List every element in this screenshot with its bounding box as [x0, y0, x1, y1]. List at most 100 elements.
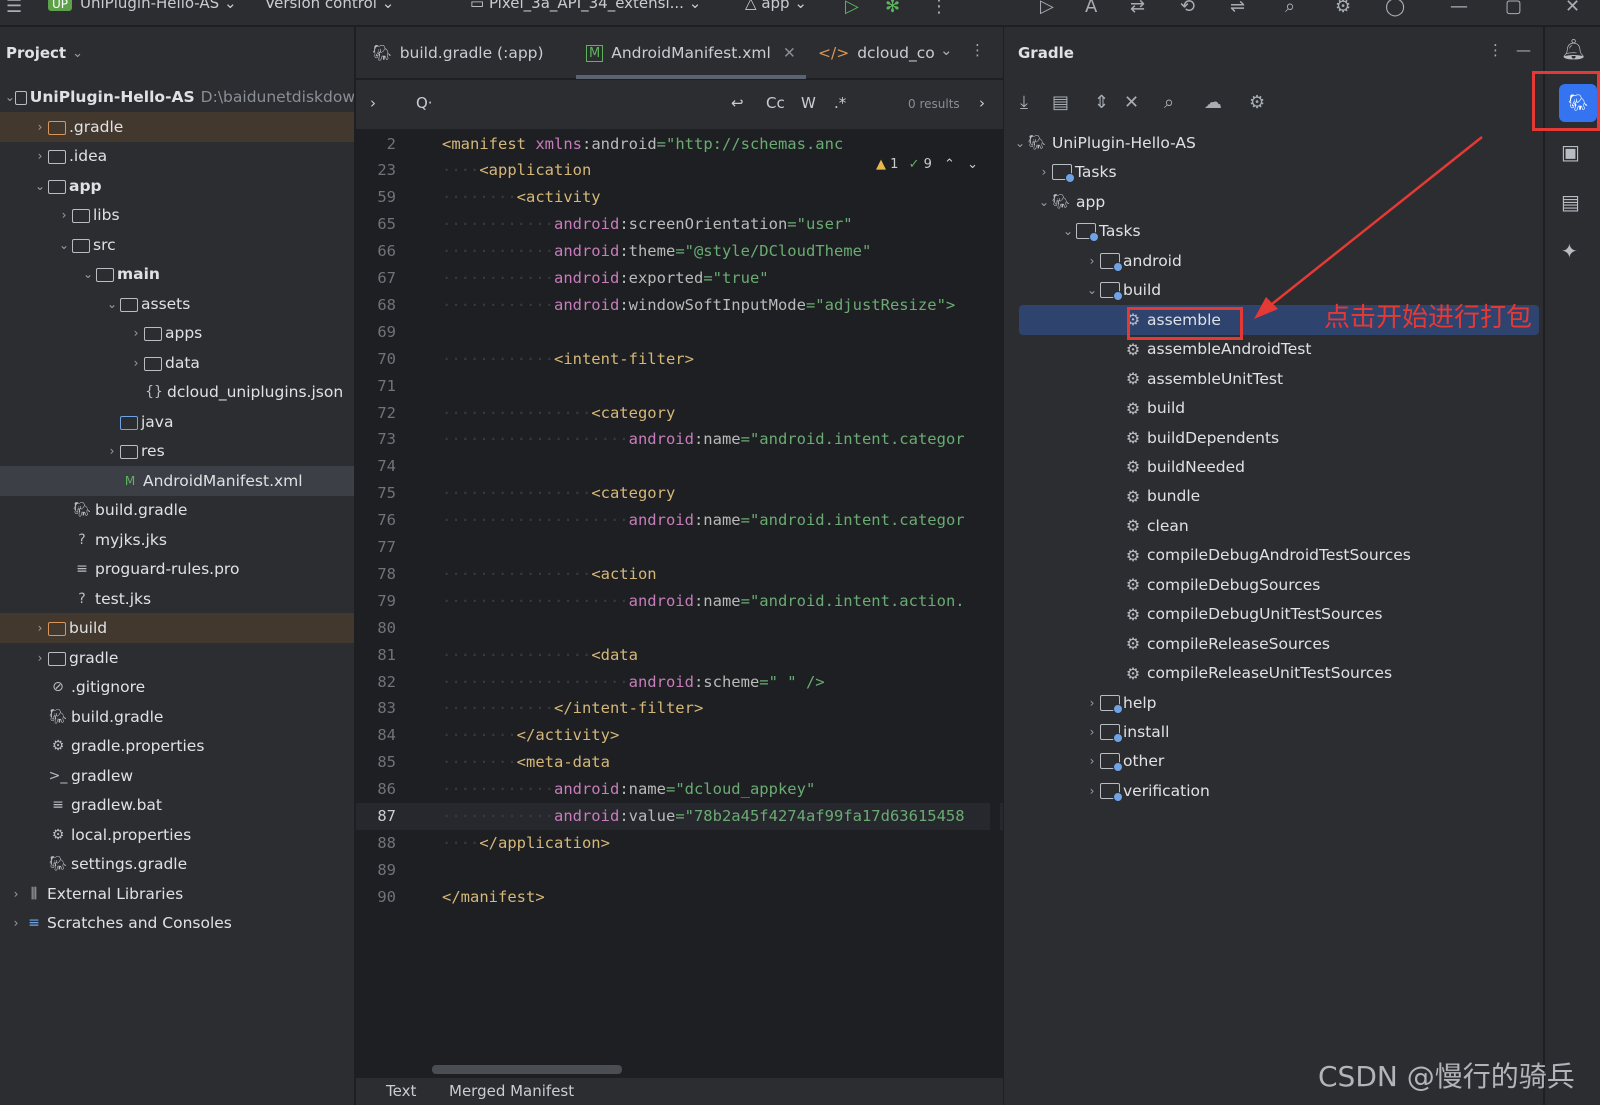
- settings-icon[interactable]: ⚙: [1335, 0, 1351, 17]
- chevron-down-icon[interactable]: ⌄: [32, 179, 48, 193]
- project-tree-item[interactable]: › data: [0, 348, 354, 378]
- run-config-selector[interactable]: △ app ⌄: [745, 0, 807, 12]
- chevron-down-icon[interactable]: ⌄: [5, 90, 15, 104]
- project-tree-item[interactable]: ≡ gradlew.bat: [0, 790, 354, 820]
- project-tree-item[interactable]: ⚙ local.properties: [0, 820, 354, 850]
- project-tree-item[interactable]: › libs: [0, 200, 354, 230]
- gradle-tree-item[interactable]: › install: [1004, 717, 1534, 747]
- project-tree-item[interactable]: 🐘︎ build.gradle: [0, 495, 354, 525]
- tab-dcloud-json[interactable]: </> dcloud_co: [818, 27, 935, 79]
- chevron-right-icon[interactable]: ›: [1084, 696, 1100, 710]
- editor-scrollbar[interactable]: [990, 130, 1000, 1077]
- match-newline-icon[interactable]: ↩: [731, 94, 744, 112]
- gradle-tree-item[interactable]: ⚙ compileDebugSources: [1004, 570, 1534, 600]
- match-case-toggle[interactable]: Cc: [766, 94, 785, 112]
- project-tree-item[interactable]: ⌄ app: [0, 171, 354, 201]
- gradle-tree-item[interactable]: › verification: [1004, 776, 1534, 806]
- project-tree-item[interactable]: ⚙ gradle.properties: [0, 731, 354, 761]
- chevron-right-icon[interactable]: ›: [8, 887, 24, 901]
- tab-merged-manifest[interactable]: Merged Manifest: [449, 1082, 574, 1100]
- chevron-down-icon[interactable]: ⌄: [104, 297, 120, 311]
- next-result-icon[interactable]: ›: [979, 94, 985, 112]
- project-tree-item[interactable]: › ⫼ External Libraries: [0, 879, 354, 909]
- chevron-right-icon[interactable]: ›: [128, 326, 144, 340]
- sync-icon[interactable]: ⇄: [1130, 0, 1145, 17]
- gradle-tool-button[interactable]: 🐘︎: [1559, 84, 1597, 122]
- project-tree-item[interactable]: › gradle: [0, 643, 354, 673]
- project-tree-item[interactable]: › .gradle: [0, 111, 354, 142]
- project-tree-item[interactable]: ⌄ main: [0, 259, 354, 289]
- chevron-right-icon[interactable]: ›: [56, 208, 72, 222]
- chevron-right-icon[interactable]: ›: [370, 94, 376, 112]
- tabs-more-icon[interactable]: ⋮: [970, 41, 985, 59]
- project-tree-item[interactable]: >_ gradlew: [0, 761, 354, 791]
- device-manager-icon[interactable]: ⟲: [1180, 0, 1195, 17]
- device-selector[interactable]: ▭ Pixel_3a_API_34_extensi... ⌄: [470, 0, 701, 12]
- gradle-tree-item[interactable]: › help: [1004, 688, 1534, 718]
- chevron-right-icon[interactable]: ›: [32, 621, 48, 635]
- notifications-icon[interactable]: 🔔︎: [1561, 37, 1586, 61]
- device-explorer-icon[interactable]: ▣: [1561, 140, 1580, 164]
- maximize-icon[interactable]: ▢: [1505, 0, 1522, 17]
- project-tree-item[interactable]: ⌄ UniPlugin-Hello-AS D:\baidunetdiskdow: [0, 82, 354, 112]
- project-tree-item[interactable]: › res: [0, 436, 354, 466]
- chevron-right-icon[interactable]: ›: [8, 916, 24, 930]
- chevron-down-icon[interactable]: ⌄: [80, 267, 96, 281]
- inspection-widget[interactable]: ▲ 1 ✓ 9 ⌃ ⌄: [876, 157, 978, 172]
- project-tree-item[interactable]: 🐘︎ settings.gradle: [0, 849, 354, 879]
- project-tree-item[interactable]: › apps: [0, 318, 354, 348]
- project-tree-item[interactable]: › build: [0, 613, 354, 643]
- gradle-tree-item[interactable]: ⚙ clean: [1004, 511, 1534, 541]
- chevron-right-icon[interactable]: ›: [32, 120, 48, 134]
- prev-problem-icon[interactable]: ⌃: [944, 157, 955, 172]
- project-switcher[interactable]: UP UniPlugin-Hello-AS ⌄: [48, 0, 237, 12]
- project-tree-item[interactable]: ? myjks.jks: [0, 525, 354, 555]
- project-tree-item[interactable]: › ≡ Scratches and Consoles: [0, 908, 354, 938]
- horizontal-scrollbar[interactable]: [432, 1065, 622, 1074]
- gradle-tree-item[interactable]: ⚙ bundle: [1004, 481, 1534, 511]
- gradle-tree-item[interactable]: ⚙ buildNeeded: [1004, 452, 1534, 482]
- project-tree-item[interactable]: ≡ proguard-rules.pro: [0, 554, 354, 584]
- project-tree-item[interactable]: M AndroidManifest.xml: [0, 465, 354, 496]
- logcat-icon[interactable]: ▤: [1561, 190, 1580, 214]
- tabs-dropdown-icon[interactable]: ⌄: [940, 41, 953, 59]
- chevron-down-icon[interactable]: ⌄: [56, 238, 72, 252]
- chevron-right-icon[interactable]: ›: [32, 651, 48, 665]
- translate-icon[interactable]: A: [1085, 0, 1097, 17]
- gradle-tree-item[interactable]: ⚙ compileReleaseUnitTestSources: [1004, 658, 1534, 688]
- ai-assistant-icon[interactable]: ✦: [1561, 239, 1578, 263]
- project-tree-item[interactable]: › .idea: [0, 141, 354, 171]
- gradle-tree-item[interactable]: › other: [1004, 746, 1534, 776]
- chevron-right-icon[interactable]: ›: [1084, 725, 1100, 739]
- debug-icon[interactable]: ✻: [885, 0, 900, 17]
- account-icon[interactable]: ◯: [1385, 0, 1405, 17]
- project-tree-item[interactable]: 🐘︎ build.gradle: [0, 702, 354, 732]
- regex-toggle[interactable]: .*: [834, 94, 846, 112]
- search-options-icon[interactable]: Q·: [416, 94, 433, 112]
- layout-icon[interactable]: ⇌: [1230, 0, 1245, 17]
- project-tree-item[interactable]: ? test.jks: [0, 584, 354, 614]
- project-panel-header[interactable]: Project ⌄: [0, 27, 354, 79]
- project-tree-item[interactable]: ⌄ src: [0, 230, 354, 260]
- vcs-menu[interactable]: Version control ⌄: [265, 0, 394, 12]
- minimize-icon[interactable]: —: [1450, 0, 1468, 17]
- chevron-right-icon[interactable]: ›: [104, 444, 120, 458]
- next-problem-icon[interactable]: ⌄: [967, 157, 978, 172]
- chevron-right-icon[interactable]: ›: [1084, 754, 1100, 768]
- search-icon[interactable]: ⌕: [1285, 0, 1295, 17]
- chevron-right-icon[interactable]: ›: [1084, 784, 1100, 798]
- run-icon[interactable]: ▷: [845, 0, 859, 17]
- project-tree-item[interactable]: ⌄ assets: [0, 289, 354, 319]
- chevron-right-icon[interactable]: ›: [128, 356, 144, 370]
- more-icon[interactable]: ⋮: [930, 0, 948, 17]
- gradle-tree-item[interactable]: ⚙ buildDependents: [1004, 423, 1534, 453]
- tab-androidmanifest[interactable]: M AndroidManifest.xml ✕: [576, 27, 806, 79]
- close-icon[interactable]: ✕: [1565, 0, 1580, 17]
- chevron-right-icon[interactable]: ›: [32, 149, 48, 163]
- close-tab-icon[interactable]: ✕: [783, 44, 796, 62]
- project-tree-item[interactable]: java: [0, 407, 354, 437]
- gradle-tree-item[interactable]: ⚙ compileDebugUnitTestSources: [1004, 599, 1534, 629]
- code-view[interactable]: 2 <manifest xmlns:android="http://schemas…: [356, 130, 1003, 1080]
- tab-build-gradle[interactable]: 🐘︎ build.gradle (:app): [372, 27, 544, 79]
- project-tree-item[interactable]: ⊘ .gitignore: [0, 672, 354, 702]
